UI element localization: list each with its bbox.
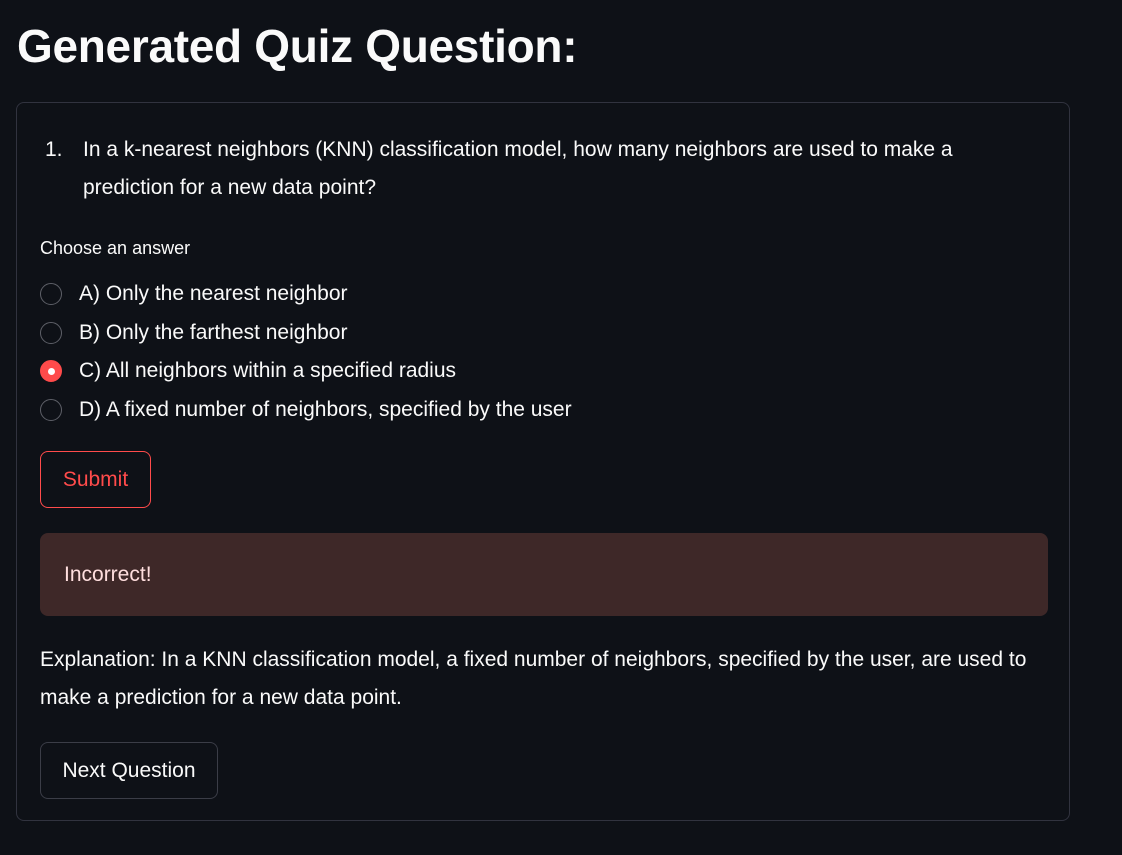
next-question-button[interactable]: Next Question xyxy=(40,742,218,799)
quiz-form: 1. In a k-nearest neighbors (KNN) classi… xyxy=(16,102,1070,821)
error-alert: Incorrect! xyxy=(40,533,1048,616)
radio-button-a[interactable] xyxy=(40,283,62,306)
radio-button-d[interactable] xyxy=(40,398,62,421)
question-number: 1. xyxy=(45,138,63,161)
submit-button[interactable]: Submit xyxy=(40,451,151,508)
question-item: 1. In a k-nearest neighbors (KNN) classi… xyxy=(45,131,1025,207)
answer-option-label: D) A fixed number of neighbors, specifie… xyxy=(79,397,572,421)
answer-option-b[interactable]: B) Only the farthest neighbor xyxy=(40,314,940,353)
explanation-text: Explanation: In a KNN classification mod… xyxy=(40,648,1027,709)
answer-option-label: B) Only the farthest neighbor xyxy=(79,320,348,344)
app-page: Generated Quiz Question: 1. In a k-neare… xyxy=(0,0,1122,855)
alert-message: Incorrect! xyxy=(64,562,152,586)
answer-option-label: A) Only the nearest neighbor xyxy=(79,282,348,306)
radio-button-b[interactable] xyxy=(40,321,62,344)
answer-group-label: Choose an answer xyxy=(40,238,191,258)
answer-option-c[interactable]: C) All neighbors within a specified radi… xyxy=(40,352,940,391)
answer-option-label: C) All neighbors within a specified radi… xyxy=(79,359,457,383)
question-text: In a k-nearest neighbors (KNN) classific… xyxy=(83,138,953,199)
page-title: Generated Quiz Question: xyxy=(17,20,578,72)
answer-option-a[interactable]: A) Only the nearest neighbor xyxy=(40,275,940,314)
radio-button-c[interactable] xyxy=(40,360,62,383)
answer-option-d[interactable]: D) A fixed number of neighbors, specifie… xyxy=(40,391,940,430)
answer-radio-group: A) Only the nearest neighbor B) Only the… xyxy=(40,275,940,429)
